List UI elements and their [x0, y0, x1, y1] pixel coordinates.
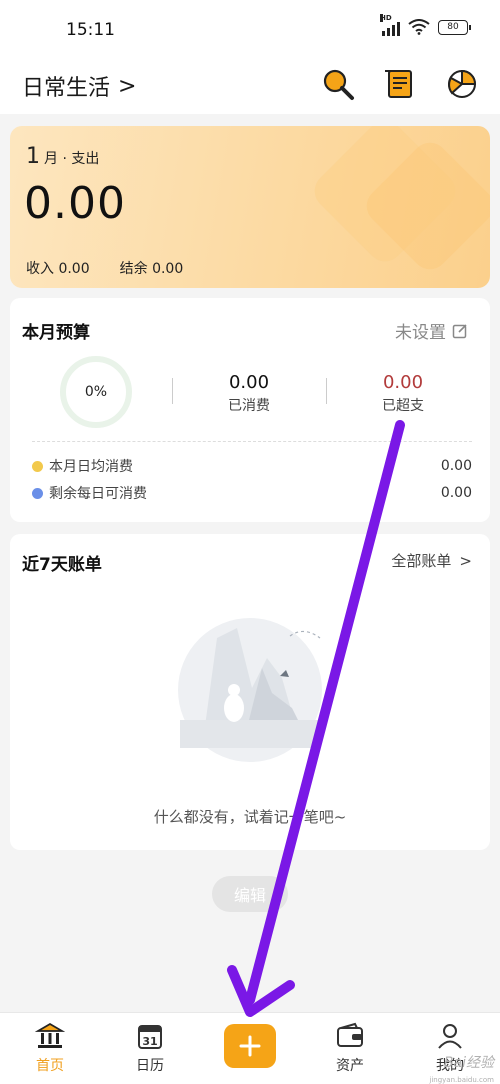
- plus-icon: [239, 1035, 261, 1057]
- all-bills-link[interactable]: 全部账单 >: [391, 550, 472, 571]
- calendar-icon: 31: [138, 1025, 162, 1049]
- recent-bills-card: 近7天账单 全部账单 > 什么都没有，试着记一笔吧~: [10, 534, 490, 850]
- status-icons: HD 80: [380, 14, 471, 36]
- daily-remaining-label: 剩余每日可消费: [49, 486, 147, 502]
- daily-average-row: 本月日均消费 0.00: [32, 456, 472, 476]
- nav-calendar[interactable]: 31 日历: [120, 1021, 180, 1075]
- budget-setting-label: 未设置: [395, 323, 446, 343]
- budget-progress-ring: 0%: [60, 356, 132, 428]
- network-type: HD: [380, 14, 392, 22]
- calendar-day: 31: [142, 1035, 157, 1048]
- search-icon[interactable]: [320, 66, 356, 102]
- daily-remaining-row: 剩余每日可消费 0.00: [32, 483, 472, 503]
- blue-dot-icon: [32, 487, 43, 499]
- divider: [172, 378, 173, 404]
- pie-chart-icon[interactable]: [444, 66, 480, 102]
- budget-setting-button[interactable]: 未设置: [395, 318, 468, 343]
- month-number: 1: [26, 144, 40, 169]
- budget-percent: 0%: [84, 384, 108, 400]
- daily-remaining-value: 0.00: [440, 485, 472, 501]
- nav-assets[interactable]: 资产: [320, 1021, 380, 1075]
- spent-stat: 0.00 已消费: [189, 372, 309, 415]
- month-suffix: 月 · 支出: [44, 151, 100, 167]
- monthly-summary-card[interactable]: 1 月 · 支出 0.00 收入 0.00 结余 0.00: [10, 126, 490, 288]
- yellow-dot-icon: [32, 460, 43, 472]
- all-bills-label: 全部账单: [391, 552, 452, 570]
- over-value: 0.00: [382, 372, 424, 393]
- summary-decoration: [314, 126, 490, 270]
- user-icon: [438, 1024, 462, 1049]
- status-bar: 15:11 HD 80: [0, 0, 500, 58]
- wifi-icon: [408, 19, 430, 35]
- daily-average-label: 本月日均消费: [49, 459, 133, 475]
- battery-icon: 80: [438, 19, 471, 35]
- recent-bills-title: 近7天账单: [22, 555, 102, 575]
- watermark: Bai经验: [443, 1055, 494, 1071]
- edit-button[interactable]: 编辑: [212, 876, 288, 912]
- watermark-url: jingyan.baidu.com: [429, 1076, 494, 1084]
- income-label: 收入 0.00: [26, 261, 90, 277]
- expense-total: 0.00: [24, 178, 126, 229]
- over-label: 已超支: [382, 398, 424, 414]
- header-actions: [320, 66, 480, 102]
- book-selector[interactable]: 日常生活 >: [22, 70, 136, 102]
- bill-scroll-icon[interactable]: [382, 66, 418, 102]
- divider: [326, 378, 327, 404]
- app-header: 日常生活 >: [0, 58, 500, 114]
- wallet-icon: [337, 1022, 363, 1047]
- dashed-divider: [32, 441, 472, 442]
- status-time: 15:11: [66, 20, 115, 40]
- edit-icon: [452, 323, 467, 338]
- bank-building-icon: [35, 1022, 65, 1048]
- nav-assets-label: 资产: [336, 1058, 364, 1074]
- balance-label: 结余 0.00: [119, 261, 184, 277]
- battery-level: 80: [447, 21, 459, 32]
- nav-calendar-label: 日历: [136, 1058, 164, 1074]
- daily-average-value: 0.00: [440, 458, 472, 474]
- nav-home-label: 首页: [36, 1058, 64, 1074]
- month-label: 1 月 · 支出: [26, 144, 99, 169]
- over-budget-stat: 0.00 已超支: [343, 372, 463, 415]
- empty-state-illustration: [178, 618, 322, 762]
- signal-icon: HD: [380, 14, 400, 36]
- book-name: 日常生活: [22, 76, 111, 101]
- nav-home[interactable]: 首页: [20, 1021, 80, 1075]
- empty-state-text: 什么都没有，试着记一笔吧~: [153, 808, 347, 826]
- budget-title: 本月预算: [22, 323, 90, 343]
- chevron-right-icon: >: [459, 551, 472, 570]
- add-record-button[interactable]: [224, 1024, 276, 1068]
- spent-value: 0.00: [228, 372, 270, 393]
- chevron-right-icon: >: [118, 73, 137, 99]
- spent-label: 已消费: [228, 398, 270, 414]
- income-balance-row: 收入 0.00 结余 0.00: [26, 258, 183, 278]
- budget-card: 本月预算 未设置 0% 0.00 已消费 0.00 已超支 本月日均消费 0.0…: [10, 298, 490, 522]
